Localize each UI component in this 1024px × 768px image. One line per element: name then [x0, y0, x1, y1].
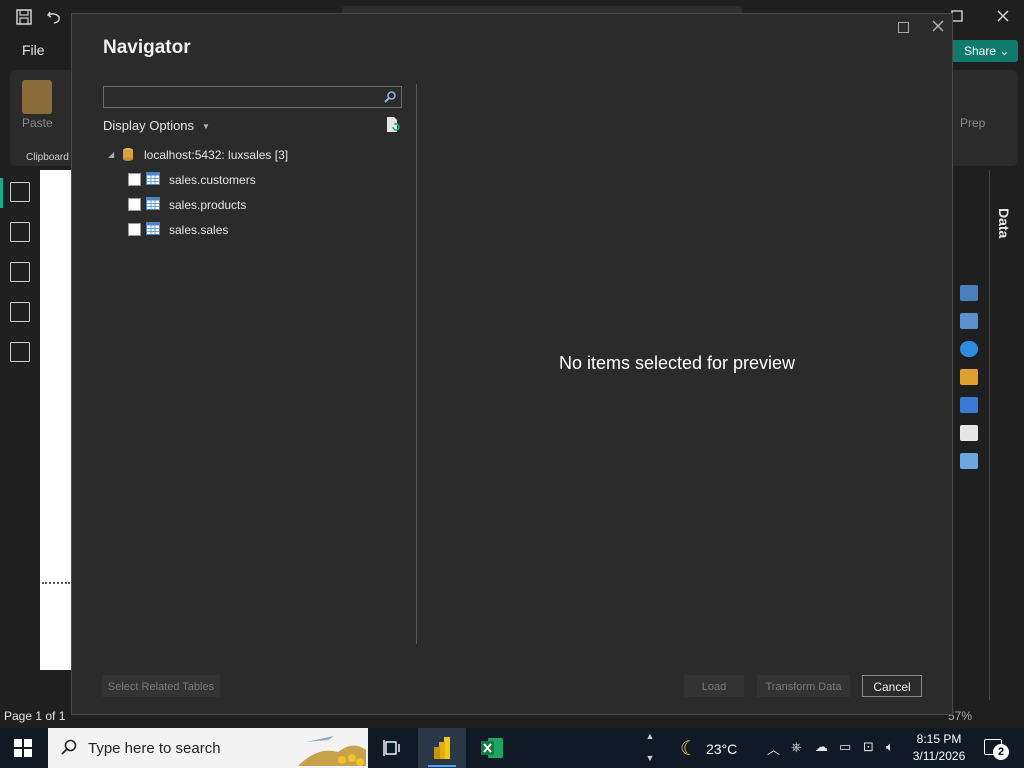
table-view-icon[interactable] [10, 222, 30, 242]
taskbar-clock[interactable]: 8:15 PM 3/11/2026 [904, 731, 974, 765]
menu-file[interactable]: File [22, 42, 45, 58]
tree-item[interactable]: sales.sales [128, 219, 388, 241]
navigator-dialog: Navigator Display Options ▼ ◢ localhost:5… [71, 13, 953, 715]
table-icon [146, 172, 160, 185]
table-checkbox[interactable] [128, 173, 141, 186]
data-pane-tab[interactable]: Data [996, 208, 1012, 238]
weather-widget[interactable]: ☾ 23°C [680, 736, 737, 761]
clipboard-group-label: Clipboard [26, 152, 69, 163]
weather-temperature: 23°C [705, 740, 738, 757]
table-name: sales.products [169, 198, 247, 212]
volume-icon[interactable]: 🔈︎ [886, 739, 894, 755]
share-button[interactable]: Share ⌄ [948, 40, 1018, 62]
tree-root-node[interactable]: ◢ localhost:5432: luxsales [3] [108, 144, 408, 166]
chevron-up-icon[interactable]: ︿ [767, 739, 780, 758]
dialog-maximize-icon[interactable] [898, 22, 909, 33]
onedrive-icon[interactable]: ☁ [815, 739, 828, 755]
panel-divider [989, 170, 990, 700]
tree-root-label: localhost:5432: luxsales [3] [144, 148, 289, 162]
search-highlight-illustration [298, 732, 366, 766]
canvas-divider [42, 582, 70, 584]
search-icon [60, 738, 78, 761]
tmdl-view-icon[interactable] [10, 342, 30, 362]
excel-taskbar-icon[interactable] [468, 728, 516, 768]
donut-chart-icon[interactable] [960, 341, 978, 357]
view-rail [0, 170, 40, 700]
dialog-close-icon[interactable] [928, 16, 948, 36]
page-indicator: Page 1 of 1 [4, 709, 66, 723]
column-chart-icon[interactable] [960, 313, 978, 329]
paste-icon[interactable] [22, 80, 52, 114]
taskbar-search-box[interactable]: Type here to search [48, 728, 368, 768]
table-checkbox[interactable] [128, 223, 141, 236]
paginated-report-icon[interactable] [960, 425, 978, 441]
dax-query-view-icon[interactable] [10, 302, 30, 322]
clock-date: 3/11/2026 [912, 749, 966, 763]
undo-icon[interactable] [44, 8, 64, 28]
taskbar-scroll-control[interactable]: ▲ ▼ [641, 728, 659, 768]
image-visual-icon[interactable] [960, 453, 978, 469]
active-app-indicator [428, 765, 456, 767]
display-options-dropdown[interactable]: Display Options ▼ [103, 118, 210, 133]
close-icon[interactable] [988, 6, 1018, 30]
model-view-icon[interactable] [10, 262, 30, 282]
card-visual-icon[interactable] [960, 369, 978, 385]
paste-label: Paste [22, 116, 53, 130]
notification-badge: 2 [993, 744, 1009, 760]
windows-start-icon[interactable] [14, 739, 32, 757]
network-icon[interactable]: ⊡ [863, 739, 874, 755]
transform-data-button[interactable]: Transform Data [757, 675, 850, 697]
dialog-title: Navigator [103, 37, 191, 58]
cancel-button[interactable]: Cancel [862, 675, 922, 697]
load-button[interactable]: Load [684, 675, 744, 697]
powerbi-taskbar-icon[interactable] [418, 728, 466, 768]
report-view-icon[interactable] [10, 182, 30, 202]
meet-now-icon[interactable]: ⎈ [791, 739, 801, 755]
share-label: Share [964, 44, 997, 58]
preview-empty-message: No items selected for preview [558, 353, 796, 373]
prep-label: Prep [960, 116, 986, 130]
windows-taskbar: Type here to search ▲ ▼ ☾ 23°C ︿ ⎈ ☁ ▭ ⊡ 🔈… [0, 728, 1024, 768]
tree-item[interactable]: sales.customers [128, 169, 388, 191]
notification-icon[interactable]: 2 [984, 739, 1009, 760]
battery-icon[interactable]: ▭ [839, 739, 851, 755]
table-icon [146, 197, 160, 210]
clock-time: 8:15 PM [916, 732, 962, 746]
table-name: sales.customers [169, 173, 256, 187]
table-visual-icon[interactable] [960, 397, 978, 413]
display-options-label: Display Options [103, 118, 195, 133]
moon-icon: ☾ [680, 738, 698, 760]
task-view-icon[interactable] [368, 728, 416, 768]
search-icon[interactable] [383, 90, 397, 104]
database-icon [122, 147, 134, 162]
save-icon[interactable] [14, 8, 34, 28]
collapse-triangle-icon[interactable]: ◢ [108, 150, 114, 159]
active-view-indicator [0, 178, 3, 208]
table-name: sales.sales [169, 223, 229, 237]
tree-item[interactable]: sales.products [128, 194, 388, 216]
report-canvas[interactable] [40, 170, 72, 670]
select-related-tables-button[interactable]: Select Related Tables [102, 675, 220, 697]
table-checkbox[interactable] [128, 198, 141, 211]
stacked-bar-chart-icon[interactable] [960, 285, 978, 301]
caret-down-icon: ▼ [202, 122, 210, 132]
taskbar-search-placeholder: Type here to search [88, 740, 221, 757]
table-icon [146, 222, 160, 235]
navigator-search-input[interactable] [103, 86, 402, 108]
refresh-icon[interactable] [385, 116, 401, 134]
